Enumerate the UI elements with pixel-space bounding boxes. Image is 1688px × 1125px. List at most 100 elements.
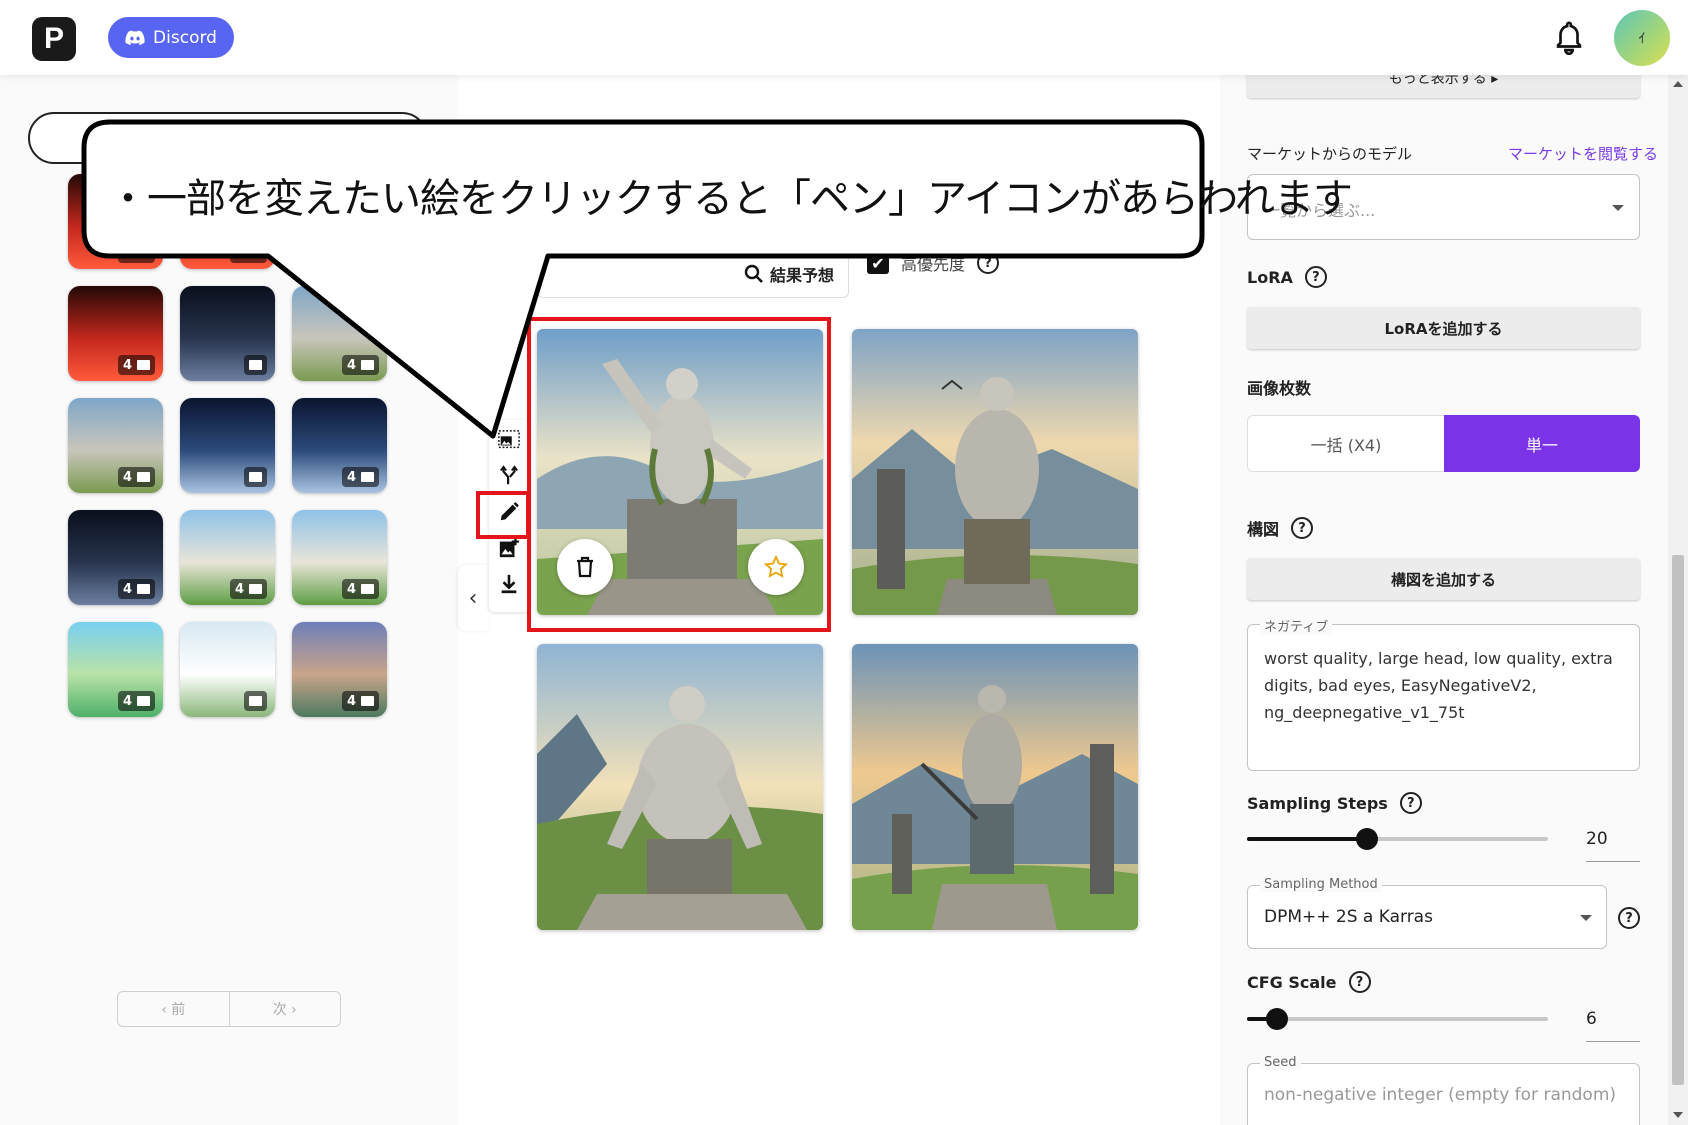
next-page-button[interactable]: 次 › [228, 992, 341, 1026]
add-lora-button[interactable]: LoRAを追加する [1247, 307, 1640, 349]
badge-count: 4 [122, 245, 132, 261]
history-thumbnail[interactable]: 4 [68, 510, 163, 605]
cfg-scale-value[interactable]: 6 [1586, 1009, 1640, 1042]
predict-label: 結果予想 [769, 265, 834, 285]
download-icon[interactable] [497, 572, 521, 596]
history-thumbnail[interactable] [180, 286, 275, 381]
browse-market-link[interactable]: マーケットを閲覧する [1508, 143, 1658, 164]
help-icon[interactable]: ? [1304, 266, 1327, 288]
history-thumbnail[interactable]: 4 [292, 510, 387, 605]
callout-text: ・一部を変えたい絵をクリックすると「ペン」アイコンがあらわれます [108, 176, 1353, 222]
result-image[interactable] [537, 644, 823, 930]
help-icon[interactable]: ? [1291, 517, 1314, 539]
cfg-scale-handle[interactable] [1266, 1008, 1289, 1030]
select-area-icon[interactable] [497, 428, 521, 452]
image-icon [361, 248, 374, 258]
image-icon [361, 584, 374, 594]
image-count-badge [244, 691, 267, 711]
scrollbar-thumb[interactable] [1672, 555, 1684, 1085]
prev-page-button[interactable]: ‹ 前 [118, 992, 229, 1026]
image-count-badge: 4 [229, 579, 267, 599]
result-image[interactable] [852, 644, 1138, 930]
image-count-label: 画像枚数 [1247, 379, 1312, 398]
badge-count: 4 [346, 245, 356, 261]
pen-icon-highlight [476, 491, 530, 539]
result-image[interactable] [852, 329, 1138, 615]
image-count-badge: 4 [341, 467, 379, 487]
history-thumbnail[interactable] [180, 622, 275, 717]
image-icon [137, 360, 150, 370]
image-icon [137, 472, 150, 482]
history-filter-pill[interactable] [28, 112, 428, 164]
history-thumbnail[interactable]: 4 [292, 622, 387, 717]
lora-label: LoRA [1247, 267, 1293, 287]
app-logo[interactable]: P [32, 17, 76, 61]
help-icon[interactable]: ? [977, 252, 1000, 274]
badge-count: 4 [122, 581, 132, 597]
scroll-down-arrow[interactable] [1673, 1112, 1683, 1118]
help-icon[interactable]: ? [1618, 907, 1640, 929]
priority-checkbox[interactable]: ✔ [867, 252, 889, 274]
add-image-icon[interactable] [497, 536, 521, 560]
image-icon [249, 584, 262, 594]
settings-scrollbar[interactable] [1668, 75, 1688, 1125]
sampling-method-select[interactable]: Sampling Method DPM++ 2S a Karras [1247, 877, 1607, 949]
image-count-badge: 4 [341, 579, 379, 599]
history-thumbnail[interactable]: 4 [68, 286, 163, 381]
add-composition-button[interactable]: 構図を追加する [1247, 558, 1640, 600]
history-thumbnail[interactable] [180, 398, 275, 493]
badge-count: 4 [234, 245, 244, 261]
market-model-label: マーケットからのモデル [1247, 145, 1413, 163]
history-thumbnail[interactable]: 4 [292, 398, 387, 493]
priority-label: 高優先度 [901, 255, 966, 274]
history-thumbnail[interactable]: 4 [180, 510, 275, 605]
discord-icon [125, 30, 145, 45]
delete-button[interactable] [557, 539, 613, 595]
badge-count: 4 [234, 581, 244, 597]
single-option[interactable]: 単一 [1444, 415, 1640, 472]
help-icon[interactable]: ? [1399, 792, 1422, 814]
history-thumbnail[interactable]: 4 [292, 286, 387, 381]
discord-label: Discord [153, 27, 217, 48]
bell-icon[interactable] [1554, 21, 1584, 55]
search-icon [744, 264, 763, 283]
sampling-steps-heading: Sampling Steps ? [1247, 792, 1422, 814]
seed-field[interactable]: Seed non-negative integer (empty for ran… [1247, 1055, 1640, 1125]
favorite-button[interactable] [748, 539, 804, 595]
cfg-scale-slider[interactable] [1247, 1008, 1548, 1030]
badge-count: 4 [346, 357, 356, 373]
image-icon [361, 472, 374, 482]
negative-prompt-field[interactable]: ネガティブ worst quality, large head, low qua… [1247, 616, 1640, 771]
collapse-panel-button[interactable]: ‹ [458, 565, 488, 631]
image-icon [249, 360, 262, 370]
avatar[interactable]: ｲ [1614, 10, 1670, 66]
image-count-badge: 4 [117, 243, 155, 263]
pagination: ‹ 前 次 › [117, 991, 341, 1027]
sampling-steps-slider[interactable] [1247, 828, 1548, 850]
batch-option[interactable]: 一括 (X4) [1247, 415, 1444, 472]
seed-legend: Seed [1260, 1055, 1301, 1070]
cfg-scale-heading: CFG Scale ? [1247, 971, 1371, 993]
chevron-down-icon [1612, 205, 1624, 211]
chevron-down-icon [1580, 915, 1592, 921]
discord-button[interactable]: Discord [108, 17, 234, 58]
help-icon[interactable]: ? [1348, 971, 1371, 993]
sampling-steps-value[interactable]: 20 [1586, 829, 1640, 862]
cfg-scale-label: CFG Scale [1247, 972, 1337, 992]
badge-count: 4 [346, 469, 356, 485]
star-icon [764, 555, 788, 578]
badge-count: 4 [346, 693, 356, 709]
predict-result-button[interactable]: 結果予想 [537, 250, 849, 298]
negative-prompt-text: worst quality, large head, low quality, … [1264, 649, 1613, 722]
sampling-steps-label: Sampling Steps [1247, 793, 1388, 813]
image-count-badge: 4 [341, 355, 379, 375]
history-thumbnail[interactable]: 4 [68, 622, 163, 717]
variation-icon[interactable] [497, 464, 521, 488]
scroll-up-arrow[interactable] [1673, 81, 1683, 87]
badge-count: 4 [346, 581, 356, 597]
badge-count: 4 [122, 469, 132, 485]
sampling-steps-fill [1247, 837, 1368, 841]
image-count-toggle: 一括 (X4) 単一 [1247, 415, 1640, 472]
history-thumbnail[interactable]: 4 [68, 398, 163, 493]
image-count-badge: 4 [117, 691, 155, 711]
